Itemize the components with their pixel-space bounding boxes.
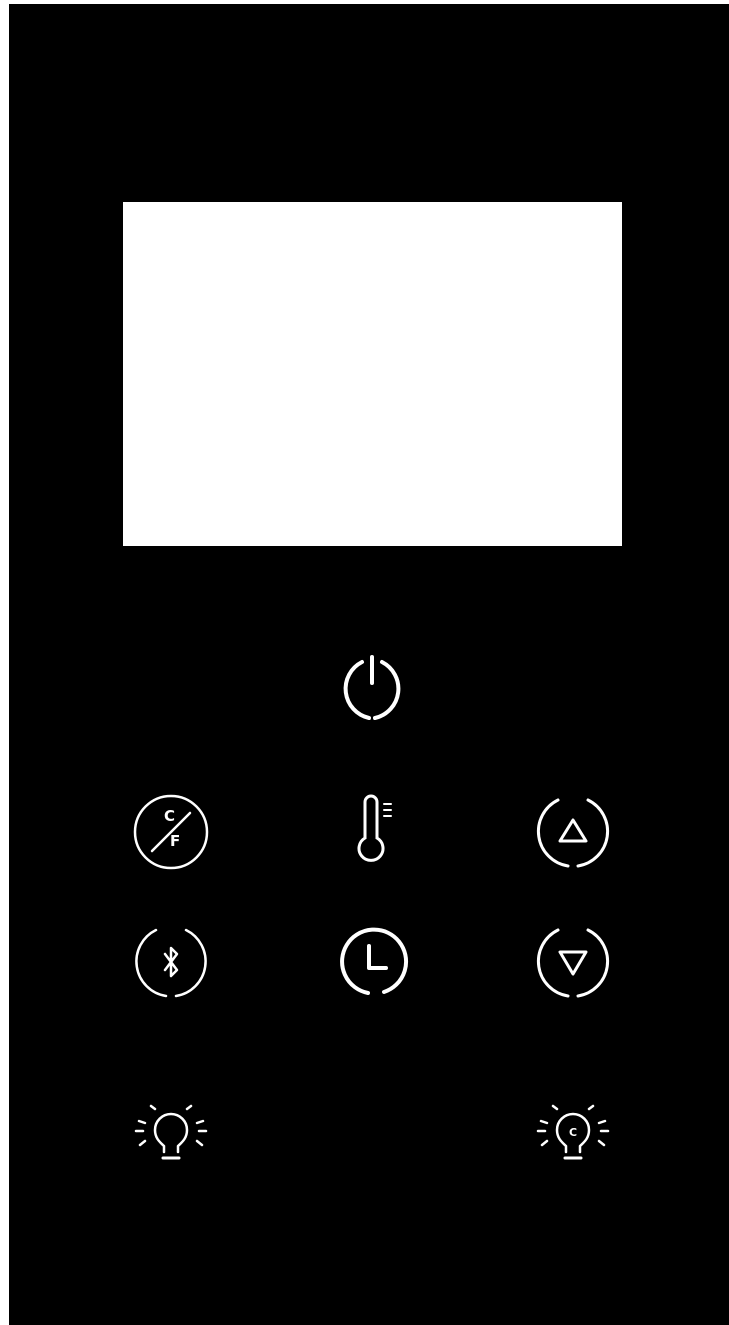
unit-label-fahrenheit: F — [170, 832, 181, 850]
lightbulb-icon — [134, 1104, 208, 1160]
lightbulb-color-icon — [536, 1104, 610, 1160]
bluetooth-icon — [135, 928, 207, 998]
lcd-display — [123, 202, 622, 546]
thermometer-icon — [357, 794, 392, 862]
color-light-button[interactable]: C — [525, 1094, 621, 1190]
color-light-label: C — [569, 1126, 578, 1139]
increase-button[interactable] — [525, 784, 621, 880]
triangle-up-icon — [536, 798, 610, 868]
triangle-down-icon — [536, 928, 610, 998]
power-icon — [343, 655, 401, 720]
unit-label-celsius: C — [164, 807, 176, 825]
power-button[interactable] — [324, 641, 420, 737]
bluetooth-button[interactable] — [123, 914, 219, 1010]
light-button[interactable] — [123, 1094, 219, 1190]
timer-button[interactable] — [324, 914, 420, 1010]
clock-icon — [340, 927, 409, 995]
decrease-button[interactable] — [525, 914, 621, 1010]
temperature-button[interactable] — [324, 784, 420, 880]
unit-toggle-button[interactable]: C F — [123, 784, 219, 880]
